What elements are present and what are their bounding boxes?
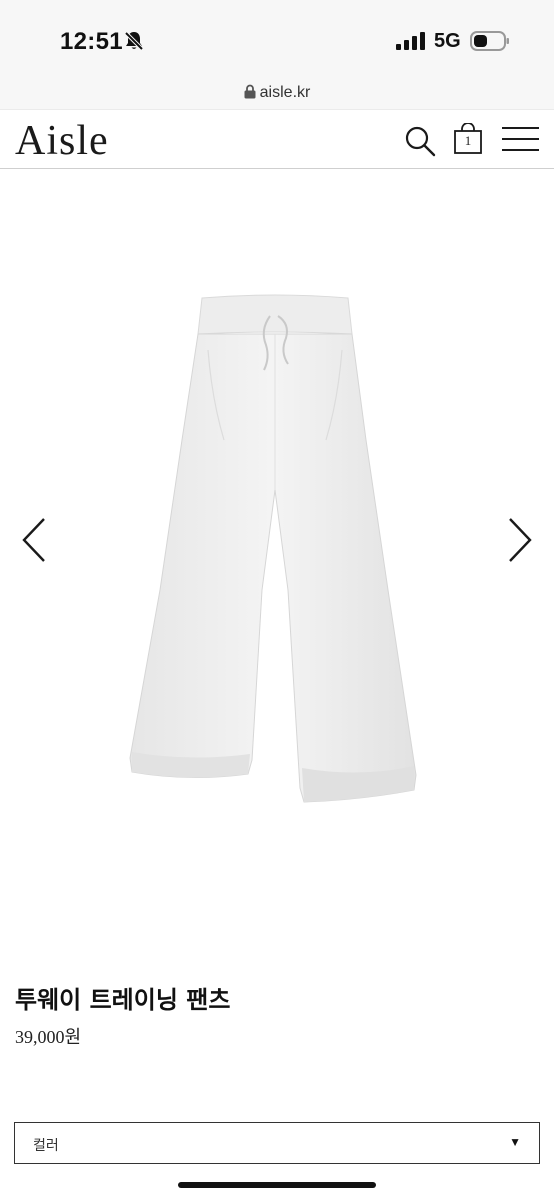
- status-bar: 12:51 5G: [0, 0, 554, 80]
- bell-slash-icon: [124, 31, 144, 51]
- status-time: 12:51: [60, 28, 123, 55]
- product-name: 투웨이 트레이닝 팬츠: [15, 986, 231, 1014]
- caret-down-icon: ▼: [509, 1135, 521, 1149]
- product-image: [129, 294, 417, 803]
- url-display[interactable]: aisle.kr: [0, 84, 554, 102]
- chevron-right-icon[interactable]: [504, 515, 536, 565]
- site-header: Aisle 1: [0, 111, 554, 169]
- site-logo[interactable]: Aisle: [15, 117, 109, 165]
- cart-count: 1: [464, 133, 472, 148]
- signal-icon: [396, 32, 425, 50]
- hamburger-menu-icon[interactable]: [502, 126, 539, 152]
- url-text: aisle.kr: [259, 84, 311, 101]
- lock-icon: [244, 84, 256, 99]
- color-select[interactable]: 컬러 ▼: [14, 1122, 540, 1164]
- color-select-label: 컬러: [33, 1138, 59, 1154]
- product-gallery[interactable]: [0, 170, 554, 950]
- search-icon[interactable]: [404, 125, 436, 157]
- product-price: 39,000원: [15, 1027, 82, 1047]
- network-label: 5G: [434, 30, 461, 52]
- battery-icon: [470, 31, 509, 51]
- chevron-left-icon[interactable]: [18, 515, 50, 565]
- url-bar[interactable]: aisle.kr: [0, 80, 554, 110]
- home-indicator[interactable]: [178, 1182, 376, 1188]
